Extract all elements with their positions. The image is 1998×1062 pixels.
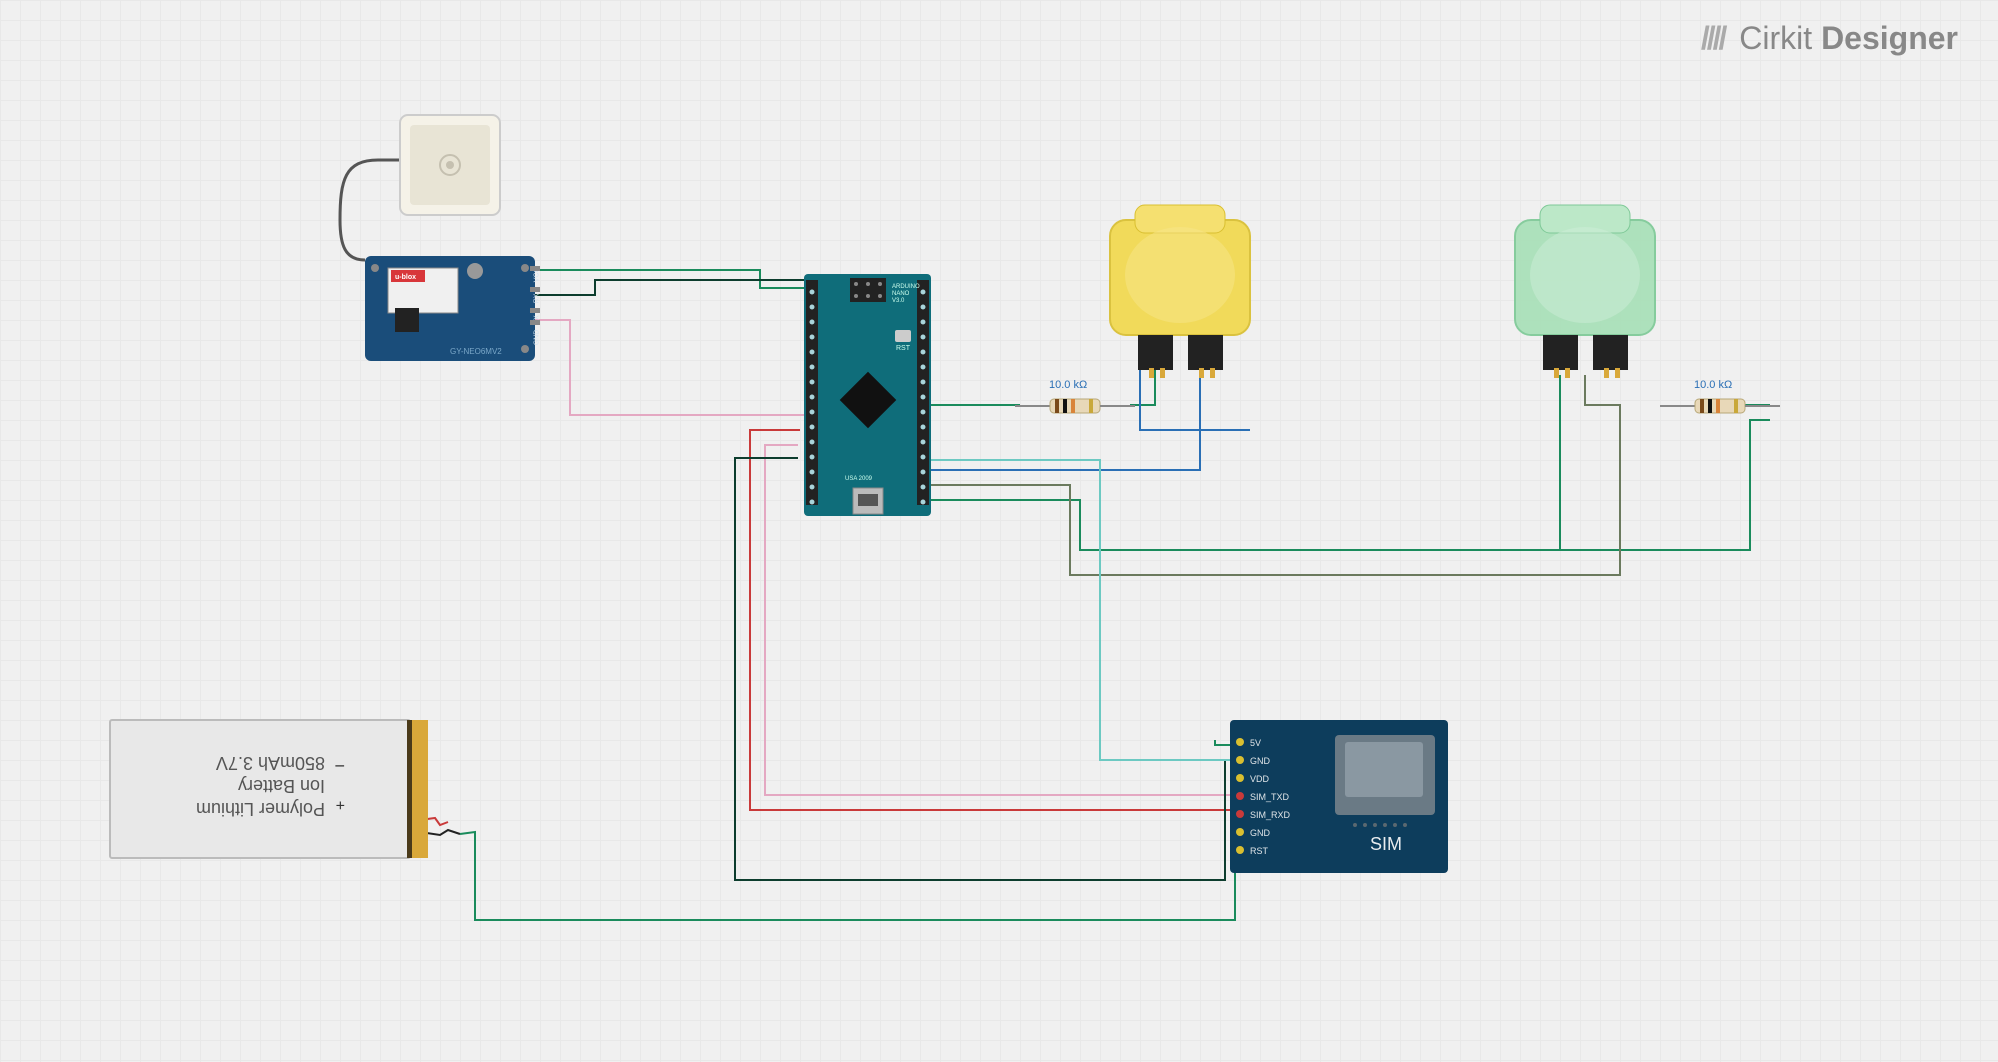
sim-pin-rxd: SIM_RXD (1250, 810, 1290, 820)
cirkit-designer-watermark: //// Cirkit Designer (1701, 20, 1958, 57)
watermark-slashes: //// (1701, 20, 1725, 56)
arcade-button-yellow[interactable] (1100, 200, 1260, 380)
battery-line-1: Polymer Lithium (196, 799, 325, 819)
arduino-reset-label: RST (896, 345, 911, 352)
watermark-brand: Cirkit (1739, 20, 1812, 56)
sim-pin-rst: RST (1250, 846, 1268, 856)
arcade-button-green[interactable] (1505, 200, 1665, 380)
sim-pin-txd: SIM_TXD (1250, 792, 1289, 802)
arduino-label-1: ARDUINO (892, 284, 920, 290)
sim-pin-5v: 5V (1250, 738, 1261, 748)
sim-title: SIM (1370, 834, 1402, 854)
sim-pin-gnd2: GND (1250, 828, 1270, 838)
battery-minus: − (334, 756, 345, 776)
arduino-footer: USA 2009 (845, 476, 873, 482)
battery-plus: + (336, 796, 345, 813)
arduino-nano[interactable]: RST ARDUINO NANO V3.0 USA 2009 (800, 270, 935, 525)
watermark-product: Designer (1821, 20, 1958, 56)
sim-pin-gnd: GND (1250, 756, 1270, 766)
sim-pin-vdd: VDD (1250, 774, 1269, 784)
resistor-2-value: 10.0 kΩ (1694, 379, 1732, 391)
arduino-label-2: NANO (892, 291, 910, 297)
gps-chip-label: u-blox (395, 274, 416, 281)
battery-line-3: 850mAh 3.7V (216, 753, 325, 773)
gps-module[interactable]: u-blox GY-NEO6MV2 VCC RX TX GND (365, 256, 535, 366)
resistor-2[interactable]: 10.0 kΩ (1660, 395, 1780, 422)
resistor-1[interactable]: 10.0 kΩ (1015, 395, 1135, 422)
resistor-1-value: 10.0 kΩ (1049, 379, 1087, 391)
battery-line-2: Ion Battery (238, 776, 325, 796)
lipo-battery[interactable]: Polymer Lithium Ion Battery 850mAh 3.7V … (110, 720, 430, 865)
gps-antenna[interactable] (395, 110, 505, 225)
sim-module[interactable]: SIM 5V GND VDD SIM_TXD SIM_RXD GND RST (1230, 720, 1450, 880)
arduino-label-3: V3.0 (892, 298, 905, 304)
gps-model-label: GY-NEO6MV2 (450, 347, 502, 356)
wires-layer (0, 0, 1998, 1062)
gps-header (530, 262, 545, 337)
